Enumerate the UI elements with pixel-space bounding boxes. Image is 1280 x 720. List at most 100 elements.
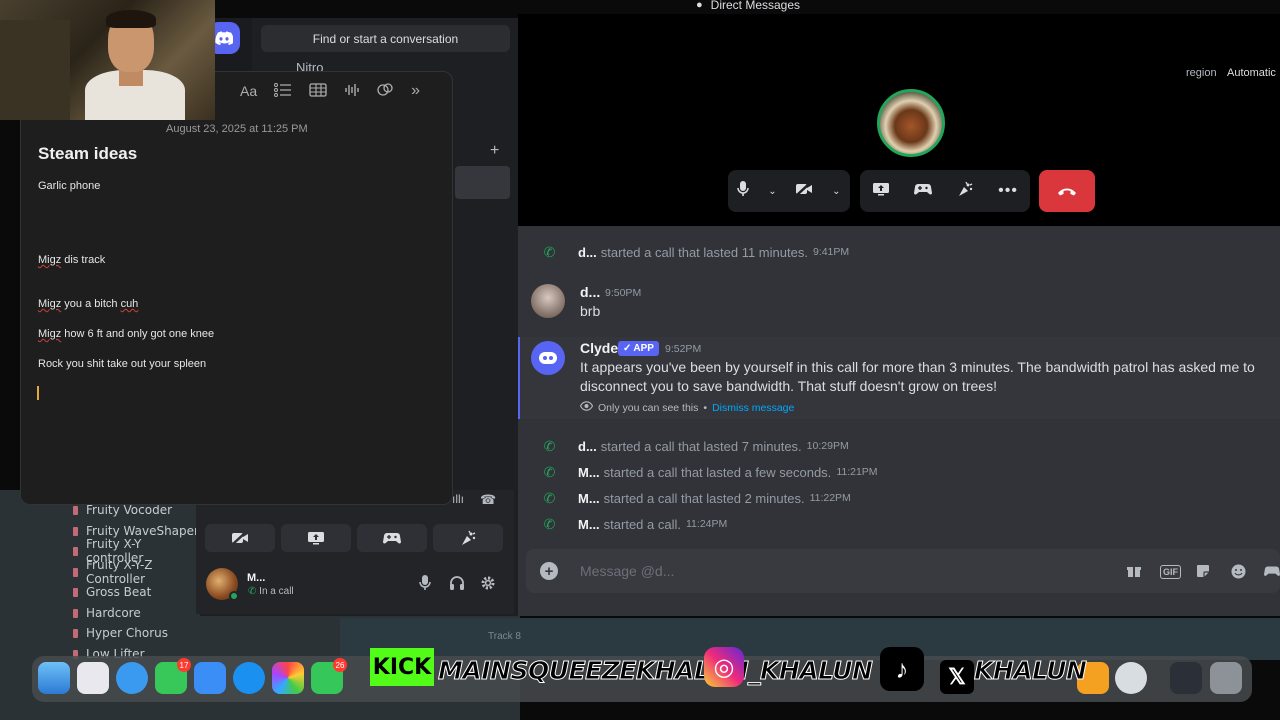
attach-plus-icon[interactable]: +: [540, 562, 558, 580]
noise-suppression-icon[interactable]: ıllı: [452, 492, 464, 506]
plugin-item[interactable]: Gross Beat: [40, 582, 200, 603]
call-log-row: ✆ M... started a call that lasted a few …: [518, 460, 1280, 484]
share-screen-button[interactable]: [281, 524, 351, 552]
call-text: started a call that lasted 2 minutes.: [603, 490, 805, 506]
finder-icon[interactable]: [38, 662, 70, 694]
notes-toolbar: Aa »: [240, 82, 420, 100]
message-author[interactable]: Clyde: [580, 340, 618, 356]
call-participant-avatar[interactable]: [877, 89, 945, 157]
x-handle: KHALUN: [973, 656, 1087, 686]
window-title: ● Direct Messages: [696, 0, 800, 12]
messages-badge: 17: [177, 658, 191, 672]
checklist-icon[interactable]: [274, 82, 292, 100]
selected-dm-item[interactable]: [455, 166, 510, 199]
region-select[interactable]: Automatic: [1227, 67, 1276, 79]
note-line[interactable]: Rock you shit take out your spleen: [38, 358, 206, 370]
phone-icon: ✆: [543, 515, 556, 532]
mail-icon[interactable]: [194, 662, 226, 694]
plugin-list: Fruity Vocoder Fruity WaveShaper Fruity …: [40, 500, 200, 664]
online-status-indicator: [229, 591, 239, 601]
trash-icon[interactable]: [1210, 662, 1242, 694]
message-timestamp: 11:22PM: [809, 492, 851, 504]
app-badge-label: APP: [633, 343, 654, 354]
photos-icon[interactable]: [272, 662, 304, 694]
format-text-icon[interactable]: Aa: [240, 83, 257, 99]
call-text: started a call.: [603, 516, 681, 532]
note-line[interactable]: Migz dis track: [38, 254, 105, 266]
discord-logo-icon: ●: [696, 0, 703, 11]
conversation-search-input[interactable]: Find or start a conversation: [261, 25, 510, 52]
note-line[interactable]: Garlic phone: [38, 180, 100, 192]
message-timestamp: 9:41PM: [812, 246, 850, 258]
call-author[interactable]: M...: [578, 465, 600, 480]
activity-icon[interactable]: [914, 182, 933, 200]
webcam-person-hair: [106, 10, 156, 28]
note-text: how 6 ft and only got one knee: [61, 328, 215, 340]
gif-icon[interactable]: GIF: [1160, 565, 1181, 579]
misspelled-word: cuh: [120, 298, 139, 310]
gift-icon[interactable]: [1127, 564, 1141, 581]
safari-icon[interactable]: [116, 662, 148, 694]
leave-call-button[interactable]: [1039, 170, 1095, 212]
message-input[interactable]: Message @d...: [580, 563, 674, 579]
plugin-item[interactable]: Fruity X-Y-Z Controller: [40, 558, 200, 586]
message-content: brb: [580, 303, 601, 319]
launchpad-icon[interactable]: [77, 662, 109, 694]
note-line[interactable]: Migz how 6 ft and only got one knee: [38, 328, 214, 340]
microphone-icon[interactable]: [737, 181, 750, 201]
disconnect-icon[interactable]: ☎: [480, 492, 496, 508]
webcam-overlay: [0, 0, 215, 120]
link-share-icon[interactable]: [377, 82, 394, 100]
activity-icon[interactable]: [1264, 564, 1280, 581]
chevron-down-icon[interactable]: ⌄: [768, 186, 776, 197]
user-name: M...: [247, 572, 266, 584]
note-date: August 23, 2025 at 11:25 PM: [166, 123, 308, 135]
plugin-item[interactable]: Hardcore: [40, 603, 200, 624]
call-status-icon: ✆: [248, 586, 257, 597]
app-store-icon[interactable]: [233, 662, 265, 694]
note-title[interactable]: Steam ideas: [38, 144, 137, 164]
call-author[interactable]: M...: [578, 491, 600, 506]
activity-monitor-icon[interactable]: [1170, 662, 1202, 694]
camera-off-icon[interactable]: [795, 182, 813, 200]
track-strip[interactable]: [340, 618, 1280, 660]
call-action-controls: •••: [860, 170, 1030, 212]
user-status-text: In a call: [259, 586, 294, 597]
microphone-icon[interactable]: [419, 575, 431, 595]
mic-camera-controls: ⌄ ⌄: [728, 170, 850, 212]
plugin-item[interactable]: Hyper Chorus: [40, 623, 200, 644]
call-log-row: ✆ d... started a call that lasted 11 min…: [518, 240, 1280, 264]
call-author[interactable]: d...: [578, 245, 597, 260]
misspelled-word: Migz: [38, 328, 62, 340]
voice-connected-panel: [196, 490, 514, 614]
call-log-row: ✆ M... started a call that lasted 2 minu…: [518, 486, 1280, 510]
x-logo-icon: 𝕏: [940, 660, 974, 694]
ephemeral-note-text: Only you can see this: [598, 401, 699, 414]
note-line[interactable]: Migz you a bitch cuh: [38, 298, 138, 310]
expand-chevrons-icon[interactable]: »: [411, 82, 420, 100]
note-text: Rock you shit take out your spleen: [38, 358, 207, 370]
quicktime-icon[interactable]: [1115, 662, 1147, 694]
soundboard-icon[interactable]: [956, 181, 974, 201]
message-content: It appears you've been by yourself in th…: [580, 359, 1255, 394]
create-dm-icon[interactable]: +: [490, 142, 499, 160]
message-author-avatar[interactable]: [531, 284, 565, 318]
clyde-bot-avatar[interactable]: [531, 341, 565, 375]
audio-waveform-icon[interactable]: [344, 83, 360, 100]
misspelled-word: Migz: [38, 254, 62, 266]
soundboard-button[interactable]: [433, 524, 503, 552]
call-author[interactable]: d...: [578, 439, 597, 454]
more-options-icon[interactable]: •••: [998, 182, 1018, 200]
call-author[interactable]: M...: [578, 517, 600, 532]
activity-button[interactable]: [357, 524, 427, 552]
headphones-icon[interactable]: [449, 575, 465, 595]
share-screen-icon[interactable]: [872, 182, 890, 200]
emoji-icon[interactable]: [1231, 564, 1246, 582]
sticker-icon[interactable]: [1196, 564, 1210, 581]
settings-gear-icon[interactable]: [480, 575, 496, 595]
chevron-down-icon[interactable]: ⌄: [832, 186, 840, 197]
dismiss-message-link[interactable]: Dismiss message: [712, 402, 794, 414]
message-author[interactable]: d...: [580, 284, 600, 300]
table-icon[interactable]: [309, 82, 327, 100]
camera-off-button[interactable]: [205, 524, 275, 552]
